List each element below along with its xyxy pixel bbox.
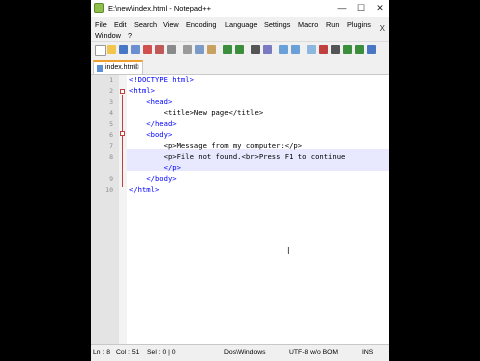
menu-help[interactable]: ? [128,31,132,40]
line-number: 9 [109,175,113,183]
fold-toggle-html[interactable] [120,89,125,94]
menu-bar: File Edit Search View Encoding Language … [91,17,389,41]
notepadpp-app-icon [94,3,104,13]
tab-index-html[interactable]: index.html ⊠ [93,60,143,74]
window-title: E:\new\index.html - Notepad++ [108,4,211,13]
replace-icon[interactable] [263,45,272,54]
code-line: </body> [129,174,177,183]
menu-view[interactable]: View [163,20,179,29]
zoom-in-icon[interactable] [279,45,288,54]
title-bar: E:\new\index.html - Notepad++ — ☐ ✕ [91,0,389,17]
copy-icon[interactable] [195,45,204,54]
code-line: </head> [129,119,177,128]
maximize-button[interactable]: ☐ [352,1,370,15]
text-cursor-icon: I [287,246,290,257]
code-line: <head> [129,97,173,106]
open-file-icon[interactable] [107,45,116,54]
line-number: 10 [105,186,113,194]
status-insert-mode: INS [362,349,374,356]
menu-edit[interactable]: Edit [114,20,127,29]
new-file-icon[interactable] [95,45,106,56]
menu-run[interactable]: Run [326,20,339,29]
play-macro-icon[interactable] [343,45,352,54]
tab-strip: index.html ⊠ [91,58,389,75]
menu-settings[interactable]: Settings [264,20,290,29]
sync-scroll-icon[interactable] [307,45,316,54]
status-bar: Ln : 8 Col : 51 Sel : 0 | 0 Dos\Windows … [91,344,389,361]
notepadpp-window: E:\new\index.html - Notepad++ — ☐ ✕ File… [91,0,389,361]
code-line: <p>Message from my computer:</p> [129,141,303,150]
fold-toggle-body[interactable] [120,131,125,136]
code-line: </html> [129,185,160,194]
close-file-icon[interactable] [143,45,152,54]
menu-window[interactable]: Window [95,31,121,40]
status-column: Col : 51 [116,349,140,356]
menu-encoding[interactable]: Encoding [186,20,216,29]
line-number: 2 [109,87,113,95]
line-number: 6 [109,131,113,139]
menu-macro[interactable]: Macro [298,20,318,29]
print-icon[interactable] [167,45,176,54]
paste-icon[interactable] [207,45,216,54]
toolbar [91,41,389,59]
menu-plugins[interactable]: Plugins [347,20,371,29]
code-line: <html> [129,86,155,95]
save-icon[interactable] [119,45,128,54]
code-line: </p> [129,163,181,172]
tab-close-icon[interactable]: ⊠ [133,63,139,71]
file-icon [97,65,103,72]
fold-margin [119,75,127,344]
line-number: 5 [109,120,113,128]
line-number: 4 [109,109,113,117]
save-macro-icon[interactable] [367,45,376,54]
close-button[interactable]: ✕ [371,1,389,15]
fold-line [122,95,123,187]
undo-icon[interactable] [223,45,232,54]
run-macro-multiple-icon[interactable] [355,45,364,54]
menu-language[interactable]: Language [225,20,257,29]
status-line: Ln : 8 [93,349,111,356]
redo-icon[interactable] [235,45,244,54]
save-all-icon[interactable] [131,45,140,54]
tab-label: index.html [105,64,137,71]
line-number: 3 [109,98,113,106]
record-macro-icon[interactable] [319,45,328,54]
code-line: <title>New page</title> [129,108,264,117]
close-document-button[interactable]: X [380,24,385,33]
line-number: 8 [109,153,113,161]
minimize-button[interactable]: — [333,1,351,15]
status-eol-format: Dos\Windows [224,349,266,356]
menu-file[interactable]: File [95,20,107,29]
code-line: <!DOCTYPE html> [129,75,194,84]
find-icon[interactable] [251,45,260,54]
code-line: <p>File not found.<br>Press F1 to contin… [129,152,346,161]
status-selection: Sel : 0 | 0 [147,349,176,356]
stop-macro-icon[interactable] [331,45,340,54]
zoom-out-icon[interactable] [291,45,300,54]
line-number: 7 [109,142,113,150]
close-all-icon[interactable] [155,45,164,54]
code-line: <body> [129,130,173,139]
menu-search[interactable]: Search [134,20,157,29]
cut-icon[interactable] [183,45,192,54]
status-encoding: UTF-8 w/o BOM [289,349,339,356]
line-number: 1 [109,76,113,84]
code-editor[interactable]: 1 2 3 4 5 6 7 8 9 10 <!DOCTYPE html> <ht… [91,75,389,344]
